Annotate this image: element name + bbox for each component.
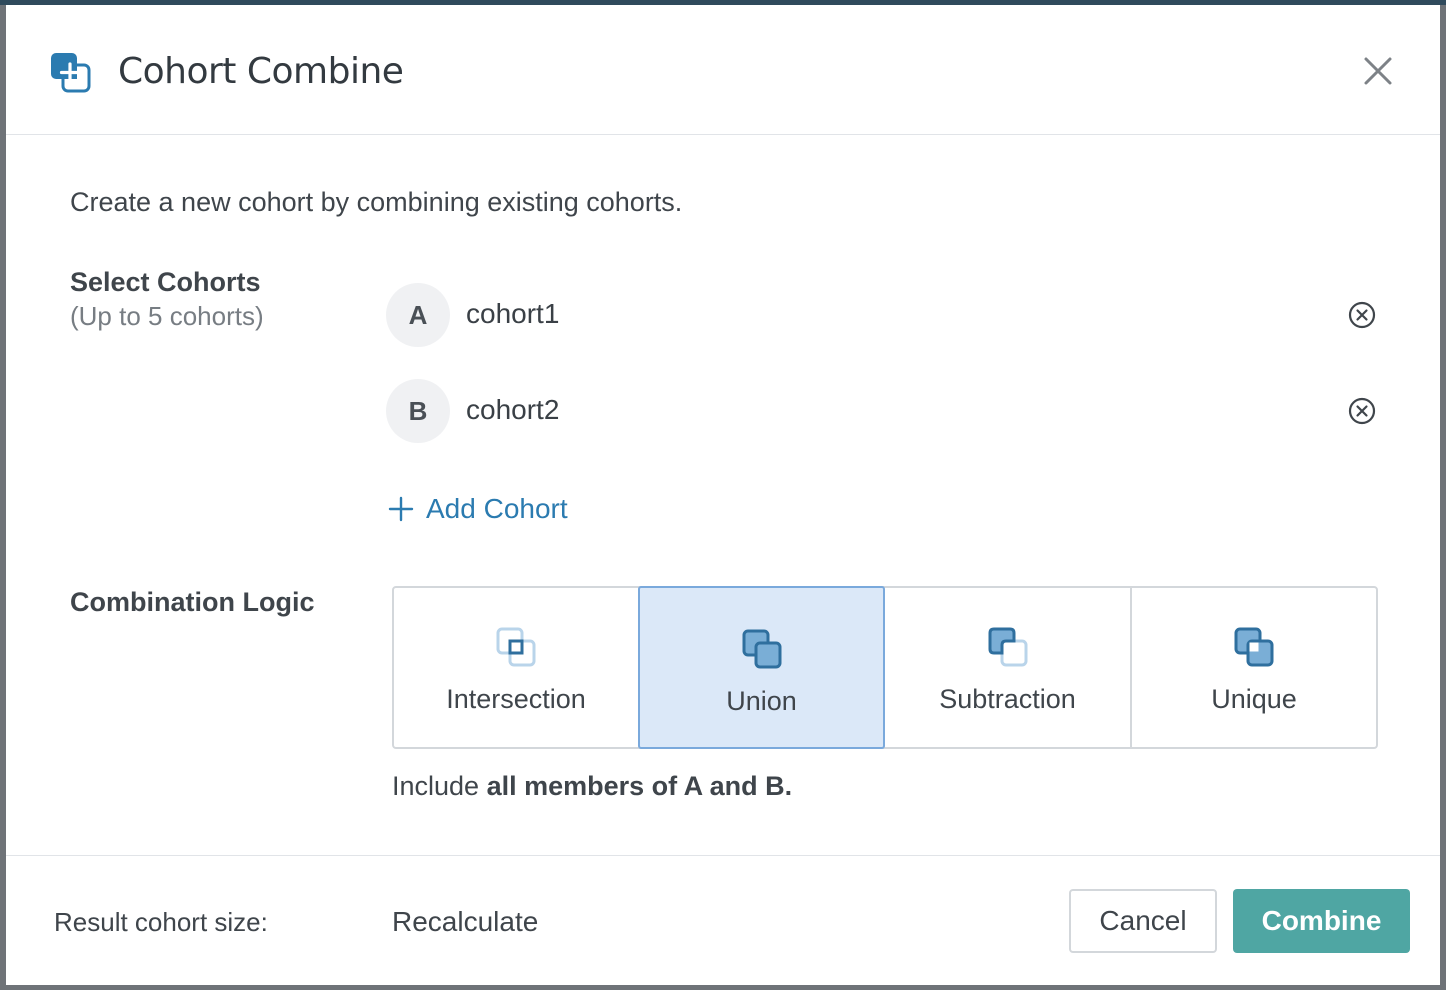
logic-option-union[interactable]: Union [638,586,885,749]
dialog-footer: Result cohort size: Recalculate Cancel C… [6,855,1440,985]
recalculate-link[interactable]: Recalculate [392,906,538,938]
cancel-button[interactable]: Cancel [1069,889,1217,953]
logic-option-intersection[interactable]: Intersection [394,588,638,747]
cohort-name: cohort2 [466,394,560,425]
combination-logic-options: Intersection Union Subtraction Unique [392,586,1378,749]
logic-option-unique[interactable]: Unique [1130,588,1376,747]
cohort-row-b: B cohort2 [386,379,1386,443]
cohort-combine-dialog: Cohort Combine Create a new cohort by co… [6,5,1440,985]
remove-cohort-icon[interactable] [1348,397,1376,425]
logic-option-label: Intersection [446,684,586,714]
logic-option-label: Union [726,686,797,716]
logic-description-text: Include [392,771,487,801]
dialog-description: Create a new cohort by combining existin… [70,187,683,217]
logic-option-label: Subtraction [939,684,1076,714]
dialog-title: Cohort Combine [118,51,404,92]
select-cohorts-sublabel: (Up to 5 cohorts) [70,301,264,331]
combination-logic-description: Include all members of A and B. [392,771,792,802]
cohort-row-a: A cohort1 [386,283,1386,347]
add-cohort-label: Add Cohort [426,493,568,524]
cohort-letter-badge: A [386,283,450,347]
logic-option-subtraction[interactable]: Subtraction [885,588,1130,747]
close-icon[interactable] [1360,53,1396,89]
unique-icon [1234,627,1274,667]
add-cohort-button[interactable]: Add Cohort [388,489,568,529]
plus-icon [388,496,414,522]
remove-cohort-icon[interactable] [1348,301,1376,329]
logic-option-label: Unique [1211,684,1297,714]
subtraction-icon [988,627,1027,667]
cohort-letter-badge: B [386,379,450,443]
combine-button[interactable]: Combine [1233,889,1410,953]
logic-description-emphasis: all members of A and B. [486,771,793,801]
intersection-icon [496,627,536,667]
dialog-header: Cohort Combine [6,5,1440,135]
select-cohorts-label: Select Cohorts [70,267,261,297]
union-icon [742,629,781,669]
cohort-name: cohort1 [466,298,560,329]
cohort-combine-icon [51,53,91,93]
result-cohort-size-label: Result cohort size: [54,907,268,937]
combination-logic-label: Combination Logic [70,587,315,617]
